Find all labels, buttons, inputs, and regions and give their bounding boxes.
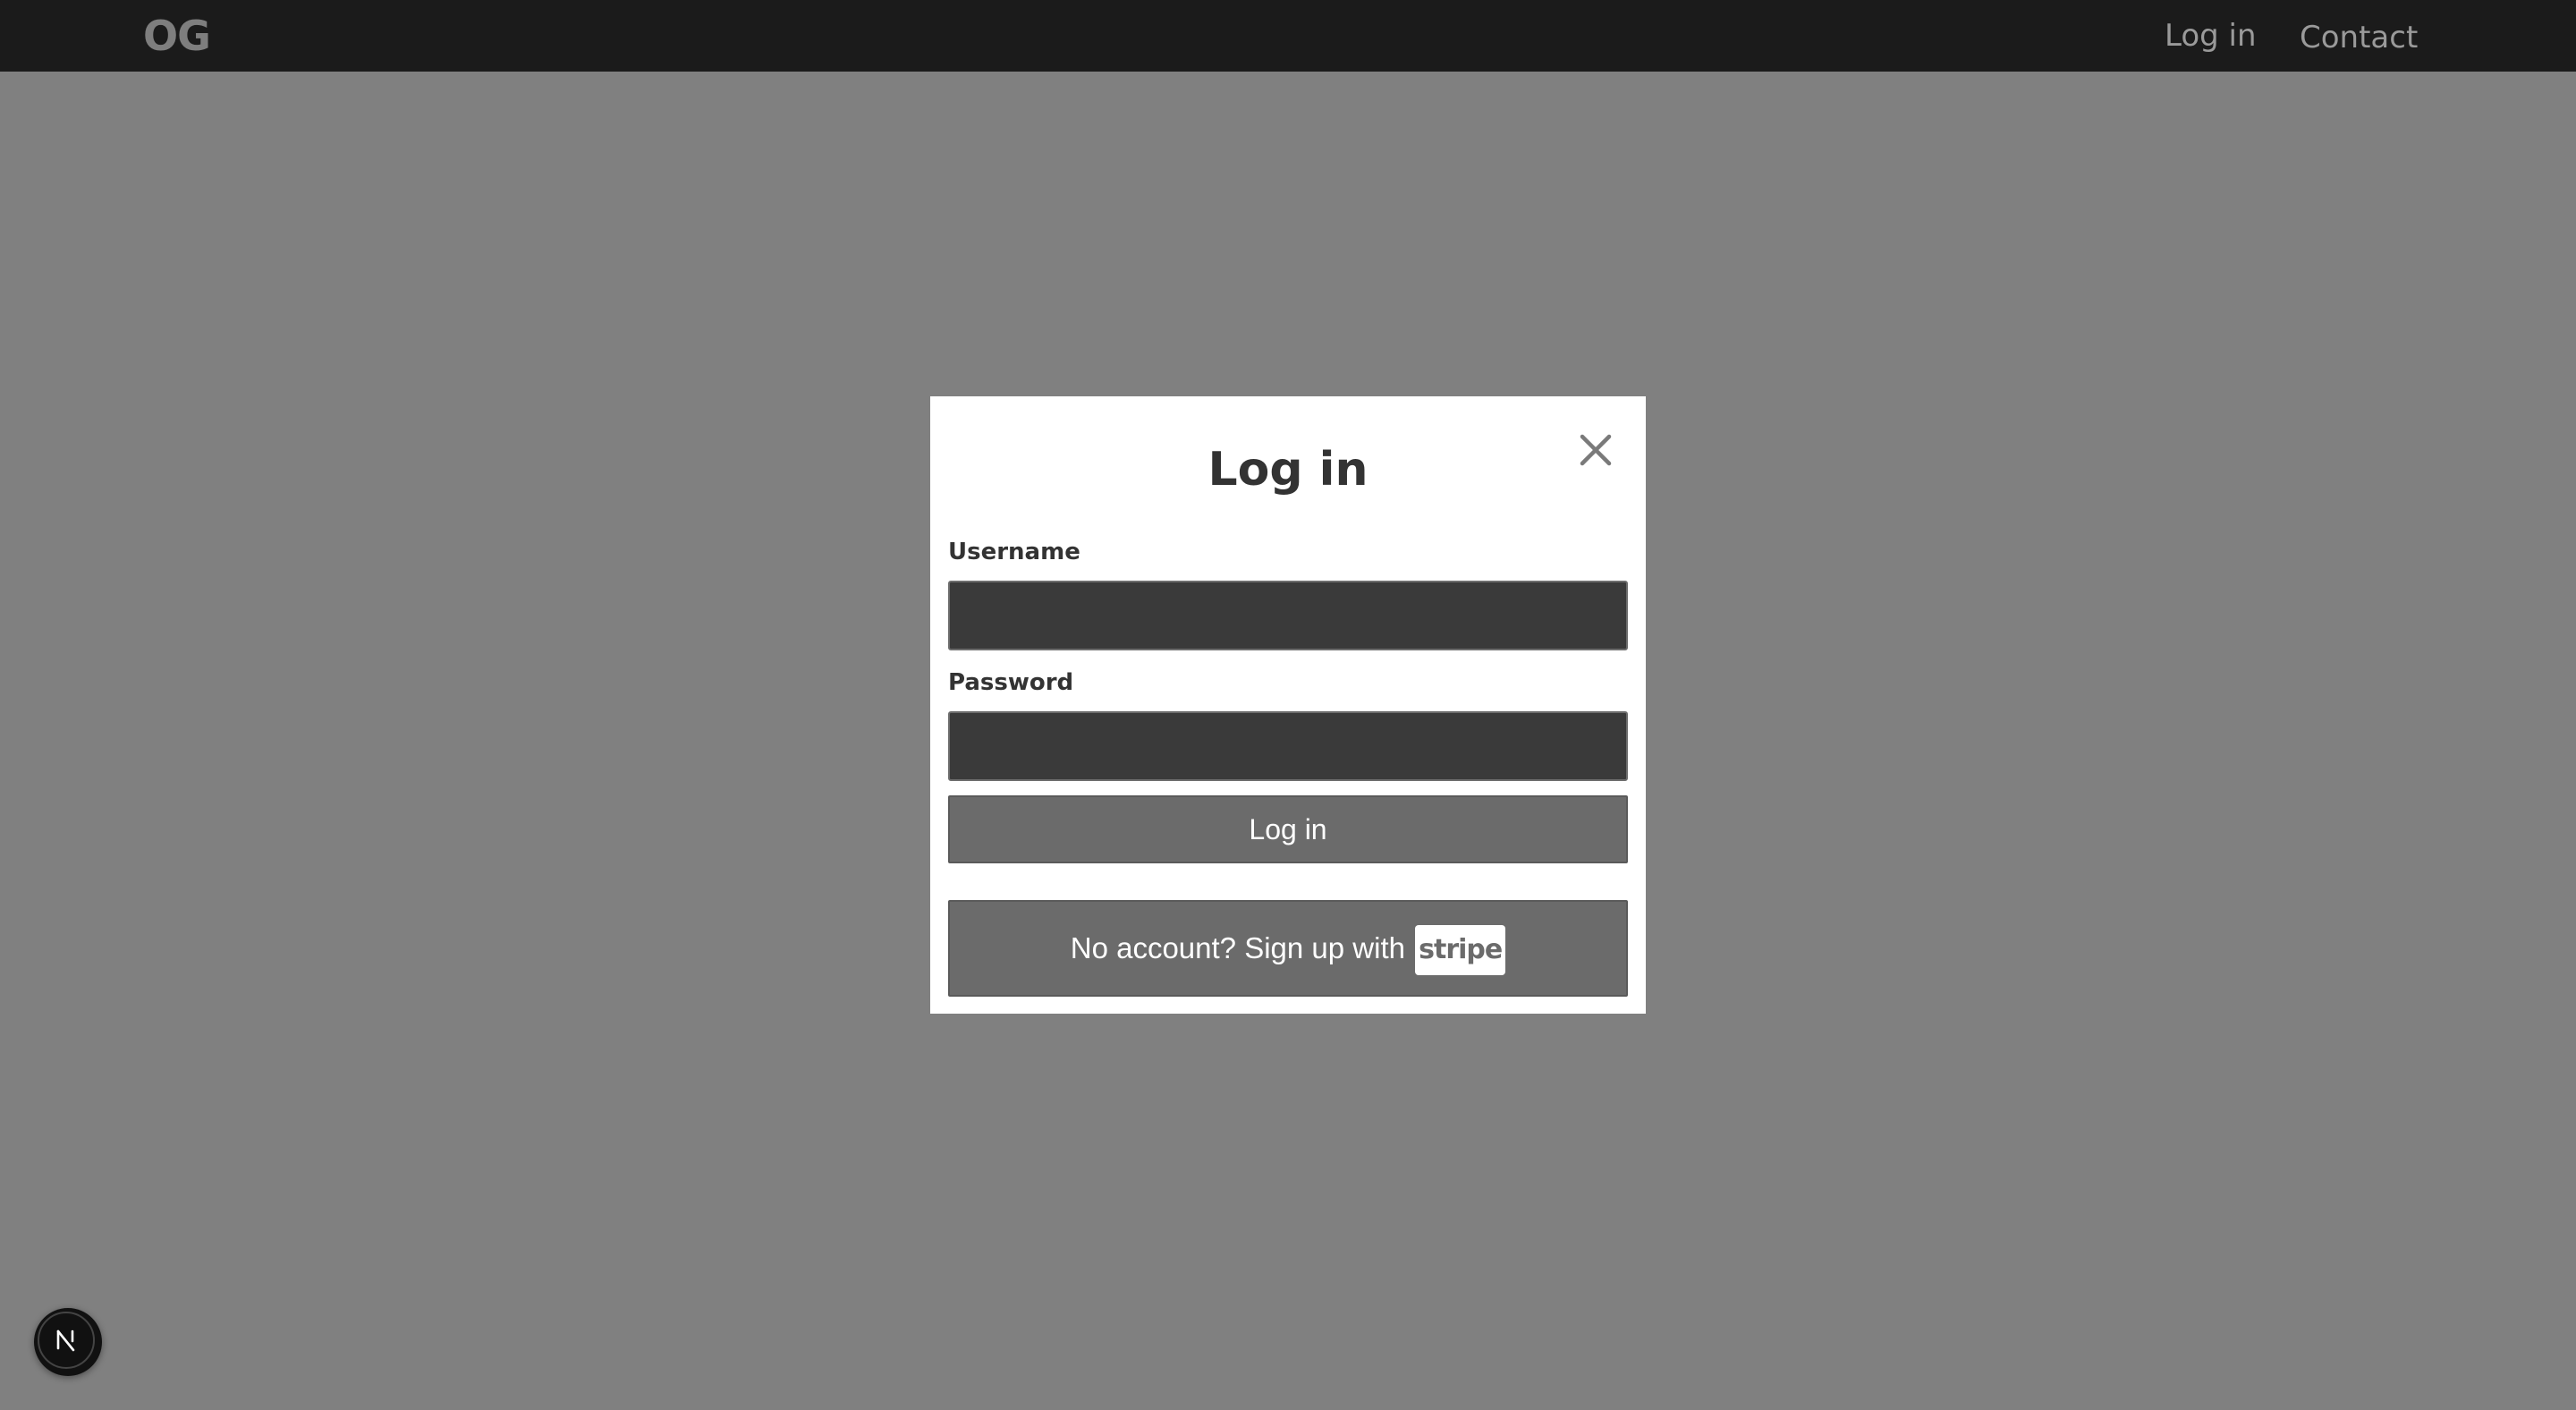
- nav-login-link[interactable]: Log in: [2165, 18, 2257, 54]
- top-nav-bar: OG Log in Contact: [0, 0, 2576, 72]
- signup-text: No account? Sign up with: [1070, 931, 1405, 964]
- nextjs-logo-icon: [38, 1312, 95, 1369]
- password-label: Password: [948, 669, 1074, 696]
- site-logo[interactable]: OG: [143, 13, 211, 59]
- login-modal: Log in Username Password Log in No accou…: [930, 396, 1646, 1014]
- username-label: Username: [948, 539, 1080, 565]
- nextjs-dev-badge[interactable]: [34, 1308, 102, 1376]
- username-input[interactable]: [948, 581, 1628, 650]
- password-input[interactable]: [948, 711, 1628, 781]
- stripe-logo: stripe: [1415, 925, 1506, 976]
- login-button[interactable]: Log in: [948, 795, 1628, 863]
- modal-title: Log in: [1208, 443, 1368, 497]
- signup-stripe-button[interactable]: No account? Sign up with stripe: [948, 900, 1628, 997]
- nav-contact-link[interactable]: Contact: [2300, 20, 2418, 55]
